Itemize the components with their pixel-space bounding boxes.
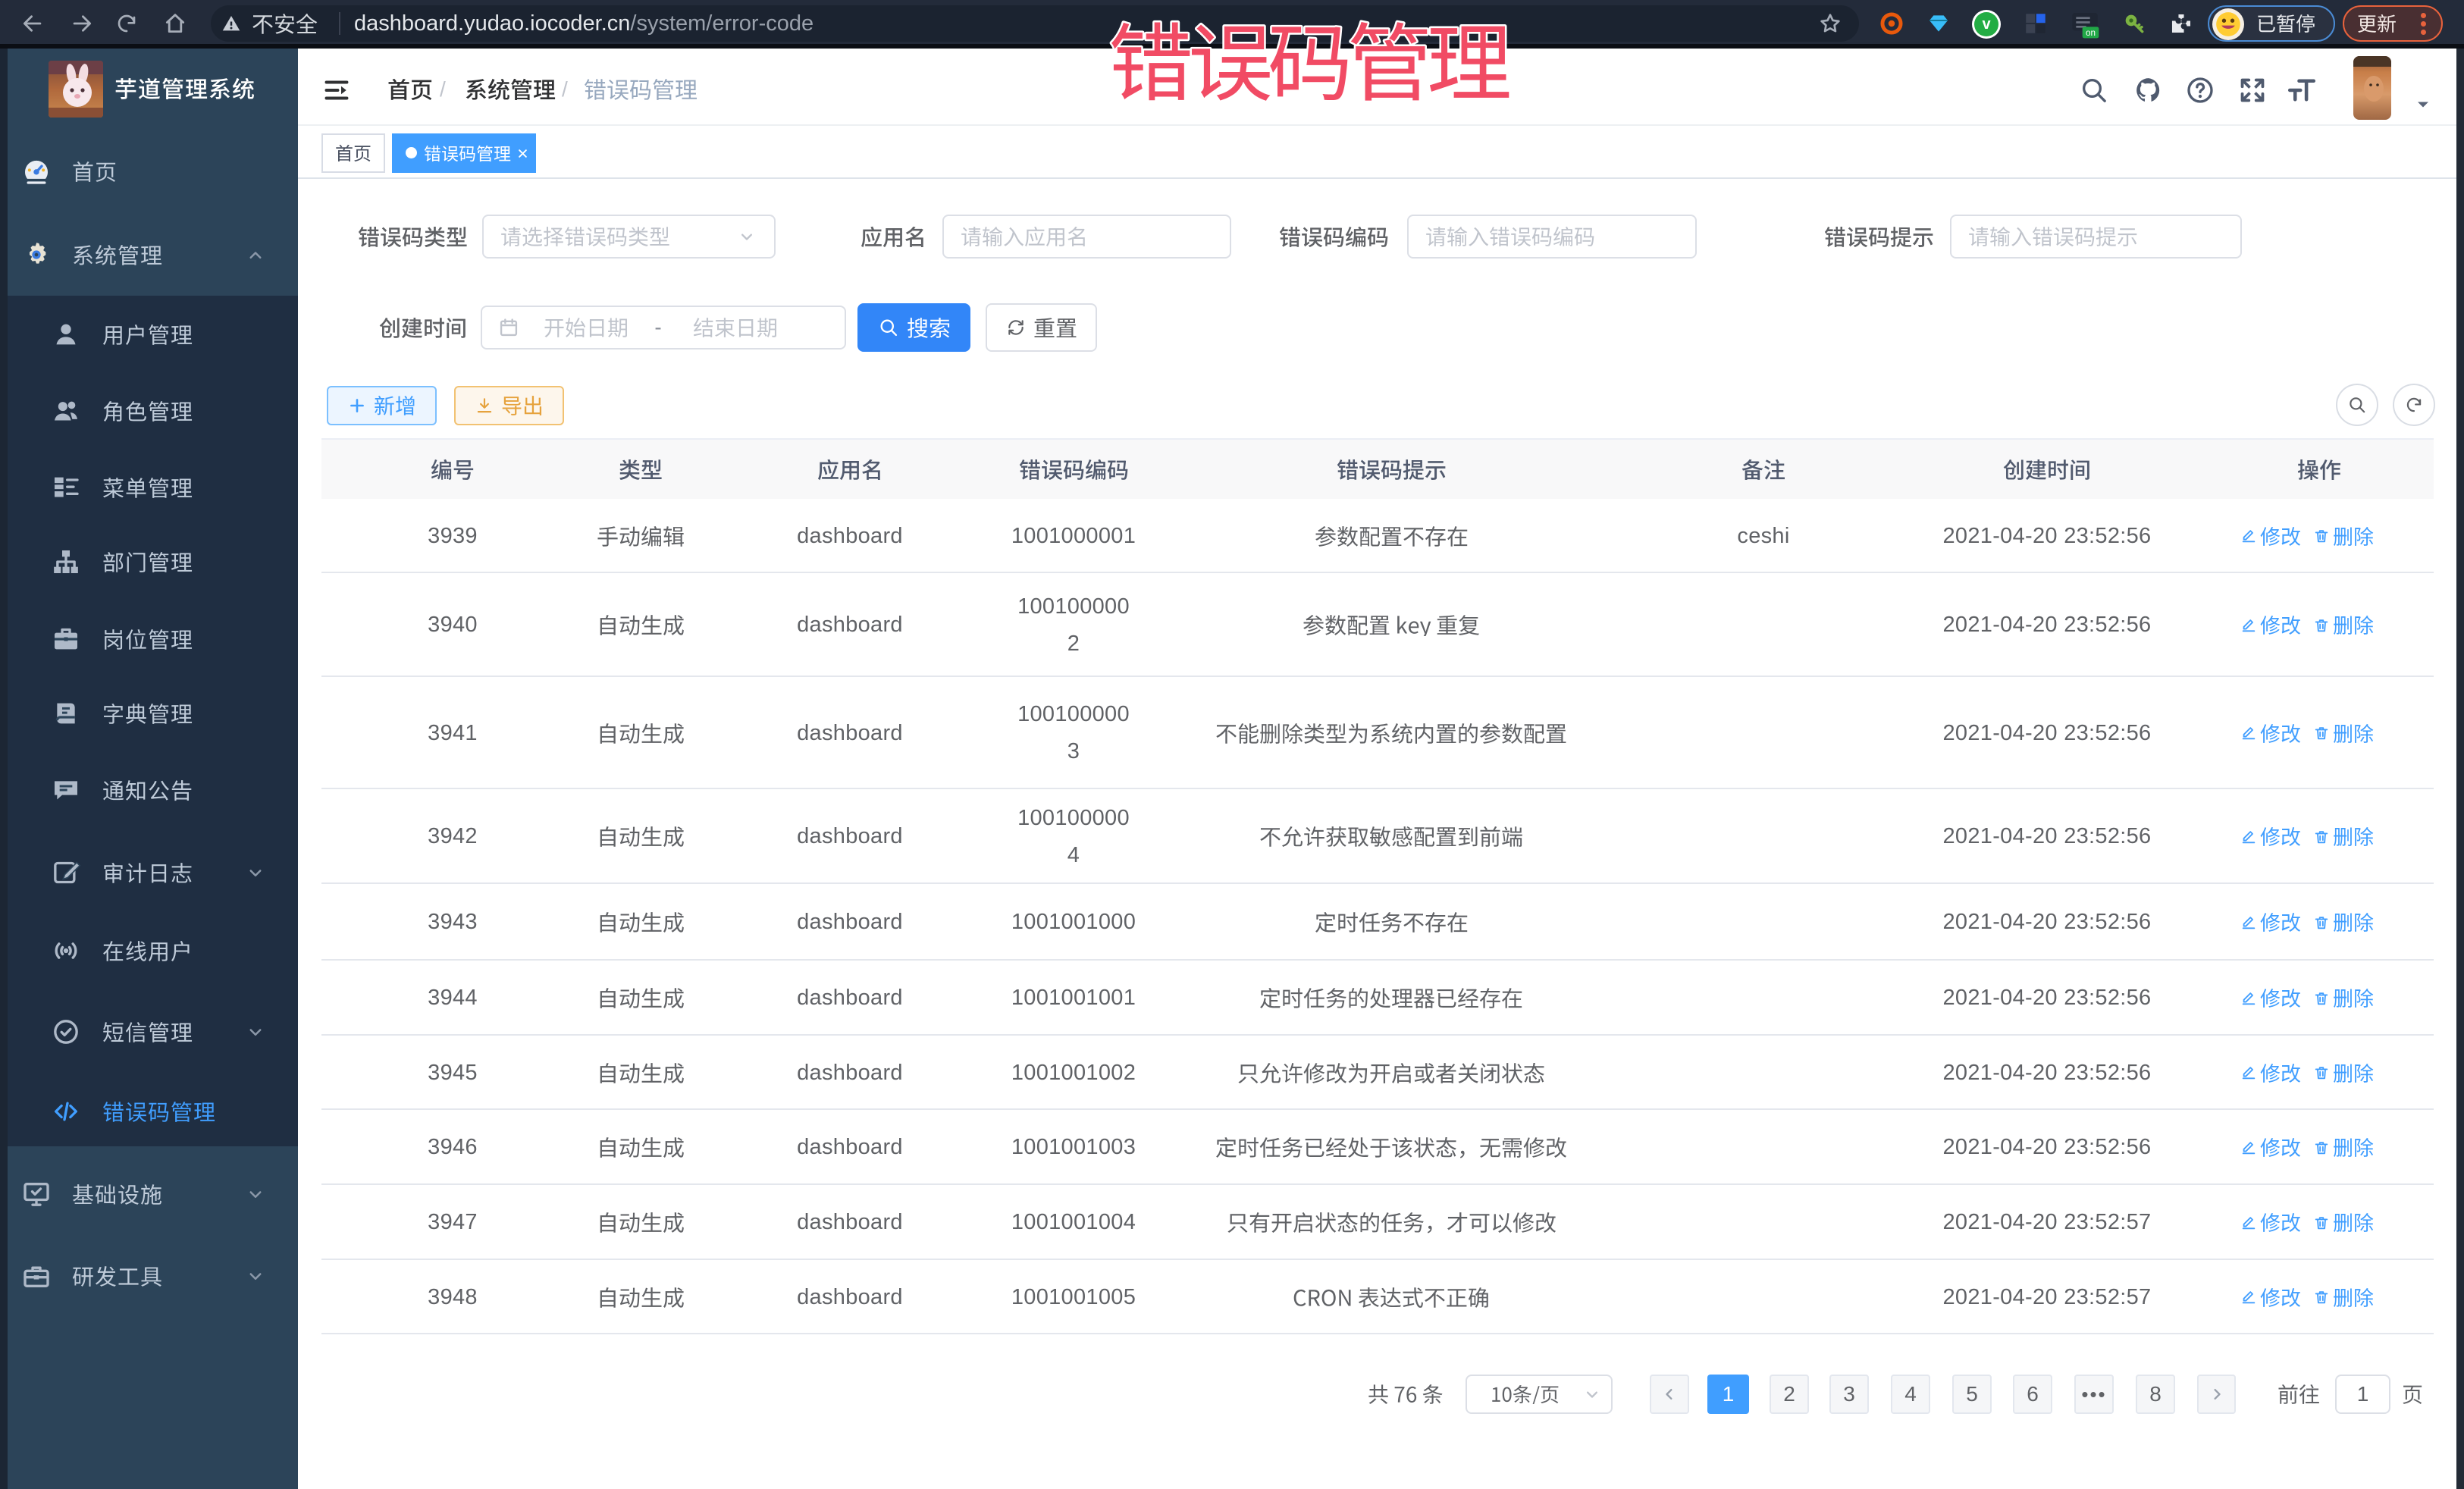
- svg-text:on: on: [2086, 28, 2096, 38]
